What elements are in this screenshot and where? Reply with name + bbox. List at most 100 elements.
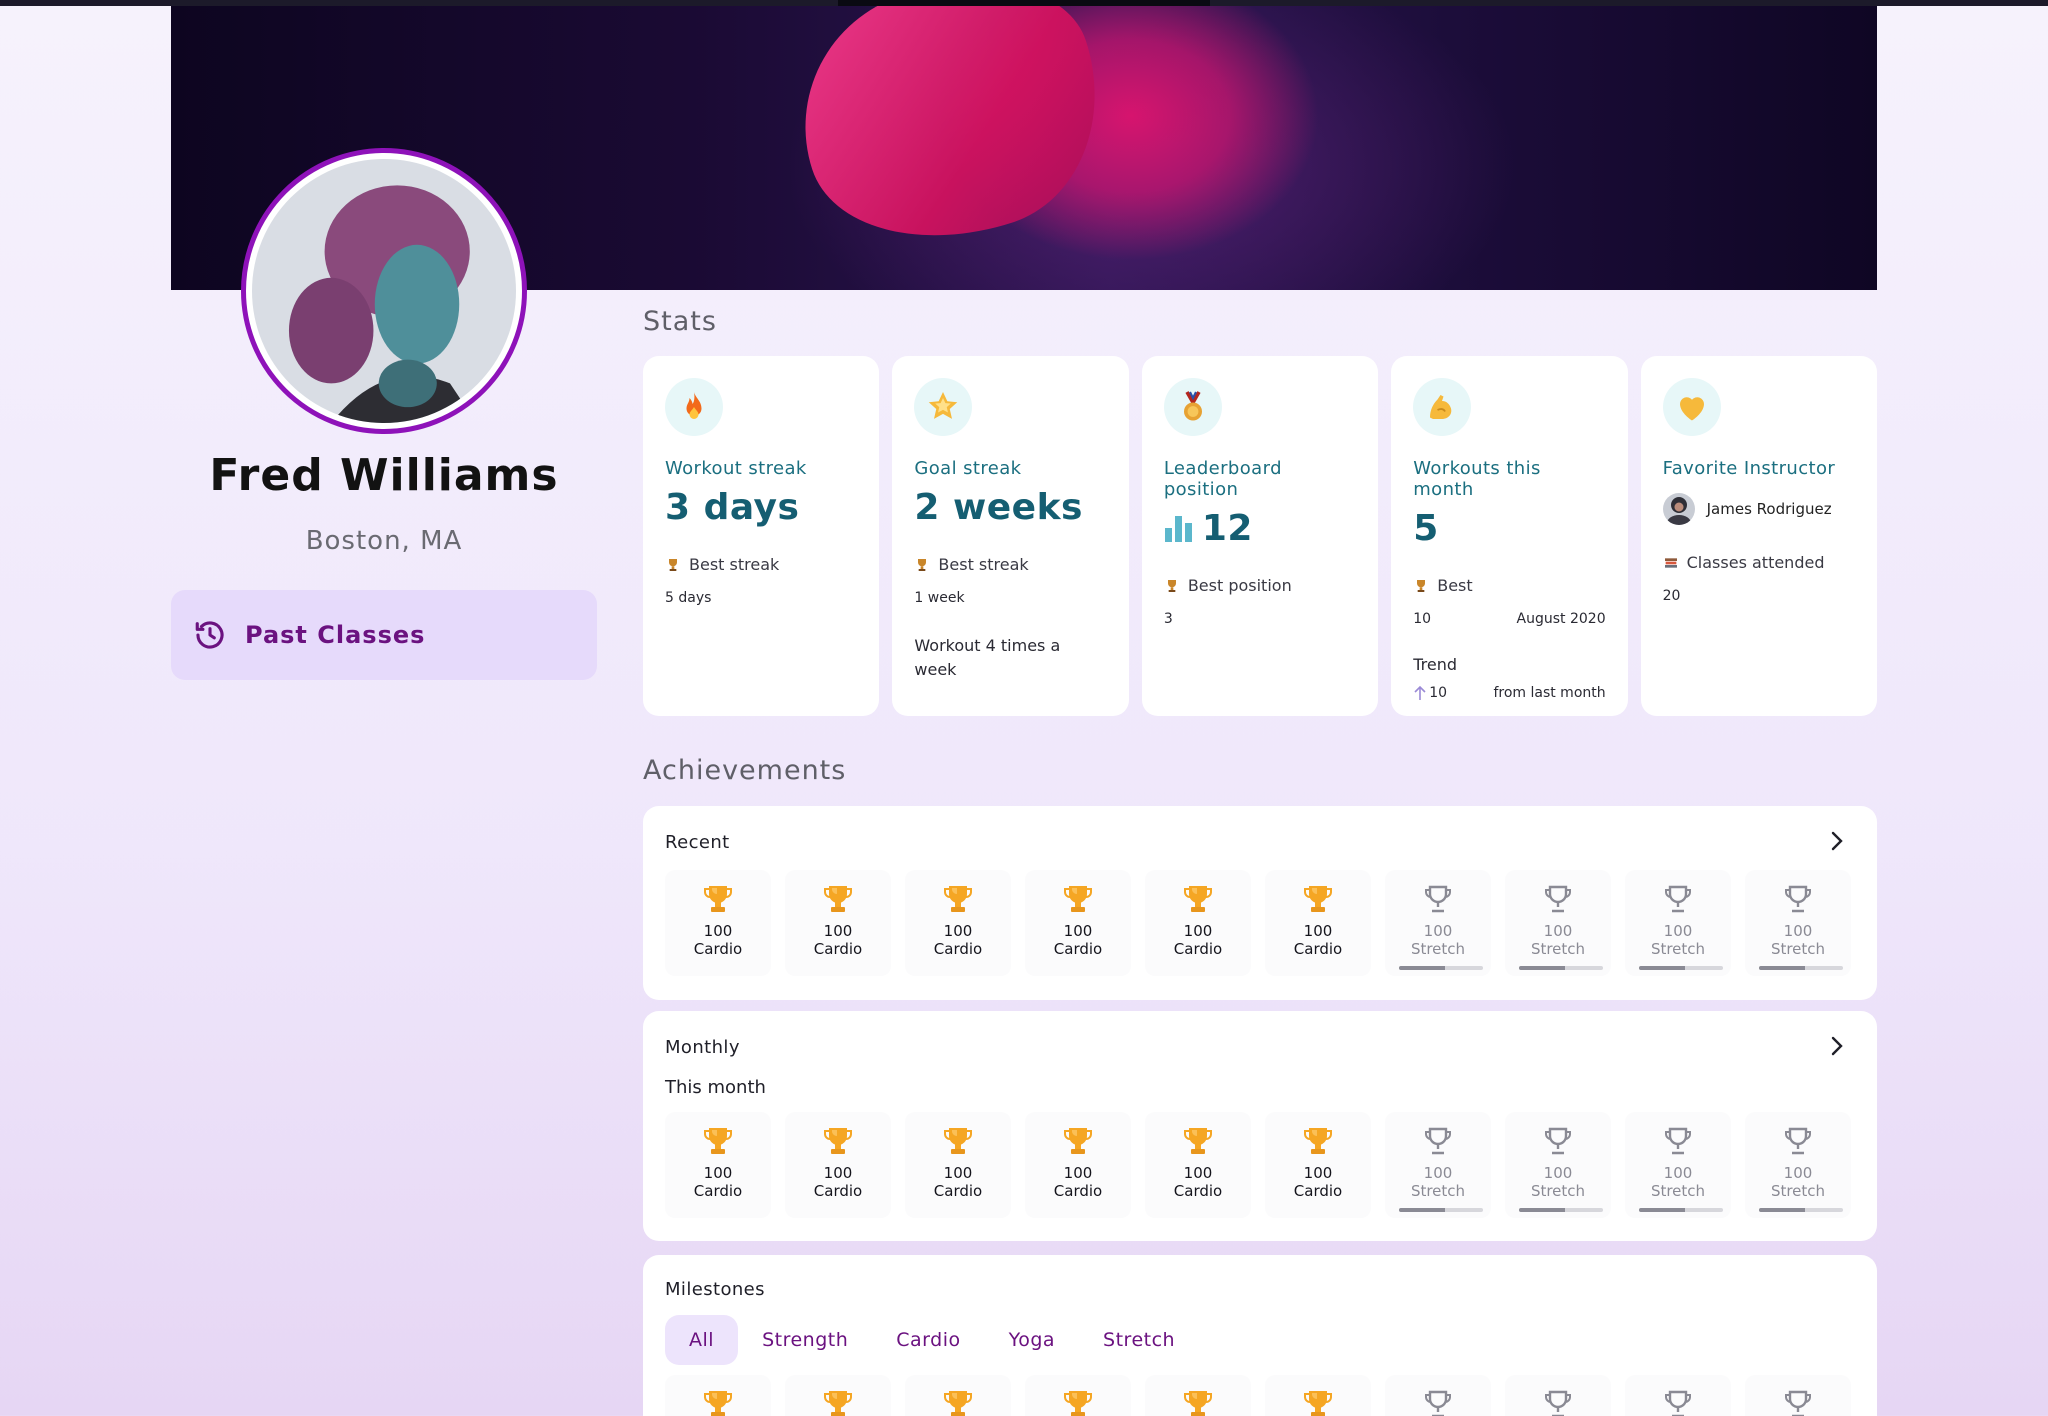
monthly-sublabel: This month: [665, 1077, 766, 1098]
badge-value: 100: [703, 922, 733, 940]
badge-value: 100: [1663, 1164, 1693, 1182]
badge-value: 100: [1303, 1164, 1333, 1182]
badge-value: 100: [1303, 922, 1333, 940]
milestone-tabs: All Strength Cardio Yoga Stretch: [665, 1315, 1199, 1365]
recent-badges: 100 Cardio 100 Cardio 100 Cardio 100 Cardio 100 C…: [665, 870, 1851, 976]
chevron-right-icon[interactable]: [1827, 830, 1847, 852]
badge-value: 100: [1063, 1164, 1093, 1182]
trophy-outline-icon: [1545, 1127, 1571, 1155]
badge-category: Cardio: [1293, 940, 1343, 958]
tab-stretch[interactable]: Stretch: [1079, 1315, 1199, 1365]
trophy-outline-icon: [1425, 885, 1451, 913]
badge-category: Cardio: [933, 1182, 983, 1200]
badge-value: 100: [1783, 922, 1813, 940]
stat-value: 2 weeks: [914, 486, 1083, 528]
monthly-label: Monthly: [665, 1037, 740, 1058]
achievement-badge[interactable]: 100 Cardio: [1265, 870, 1371, 976]
badge-category: Stretch: [1410, 1182, 1466, 1200]
trophy-gold-icon: [1184, 1391, 1212, 1416]
profile-name: Fred Williams: [209, 450, 559, 501]
badge-category: Cardio: [1293, 1182, 1343, 1200]
trophy-outline-icon: [1665, 1390, 1691, 1416]
tab-all[interactable]: All: [665, 1315, 739, 1365]
stat-card-workout-streak: Workout streak 3 days Best streak 5 days: [643, 356, 880, 716]
achievement-badge[interactable]: 100 Cardio: [905, 1112, 1011, 1218]
achievement-badge[interactable]: [1145, 1375, 1251, 1416]
achievement-badge[interactable]: [1265, 1375, 1371, 1416]
trophy-gold-icon: [704, 1391, 732, 1416]
achievement-badge[interactable]: 100 Stretch: [1745, 870, 1851, 976]
achievement-badge[interactable]: 100 Stretch: [1385, 1112, 1491, 1218]
stat-best-value: 3: [1163, 611, 1173, 627]
achievement-badge[interactable]: 100 Stretch: [1505, 1112, 1611, 1218]
achievement-badge[interactable]: 100 Cardio: [1025, 870, 1131, 976]
achievement-badge[interactable]: [1625, 1375, 1731, 1416]
trophy-outline-icon: [1545, 885, 1571, 913]
stat-trend-value: 10: [1429, 685, 1448, 701]
achievement-badge[interactable]: 100 Stretch: [1385, 870, 1491, 976]
badge-value: 100: [1663, 922, 1693, 940]
achievement-badge[interactable]: 100 Cardio: [1025, 1112, 1131, 1218]
achievement-badge[interactable]: 100 Stretch: [1625, 1112, 1731, 1218]
recent-label: Recent: [665, 832, 730, 853]
achievement-badge[interactable]: 100 Cardio: [1265, 1112, 1371, 1218]
achievement-badge[interactable]: 100 Stretch: [1505, 870, 1611, 976]
stat-best-value: 10: [1413, 611, 1432, 627]
achievement-badge[interactable]: 100 Cardio: [665, 1112, 771, 1218]
badge-value: 100: [943, 1164, 973, 1182]
heart-icon: [1679, 397, 1704, 421]
badge-value: 100: [703, 1164, 733, 1182]
stat-best-label: Best position: [1187, 576, 1292, 595]
stat-label: Goal streak: [914, 458, 1022, 479]
achievement-badge[interactable]: 100 Stretch: [1745, 1112, 1851, 1218]
stat-best-value: 1 week: [914, 590, 965, 606]
achievement-badge[interactable]: 100 Cardio: [785, 1112, 891, 1218]
badge-category: Cardio: [693, 940, 743, 958]
achievement-badge[interactable]: [665, 1375, 771, 1416]
tab-yoga[interactable]: Yoga: [985, 1315, 1079, 1365]
badge-category: Cardio: [1053, 1182, 1103, 1200]
achievement-badge[interactable]: 100 Stretch: [1625, 870, 1731, 976]
chevron-right-icon[interactable]: [1827, 1035, 1847, 1057]
badge-value: 100: [1183, 922, 1213, 940]
stat-attended-label: Classes attended: [1686, 553, 1825, 572]
achievement-badge[interactable]: 100 Cardio: [1145, 870, 1251, 976]
achievement-badge[interactable]: [1505, 1375, 1611, 1416]
stat-best-label: Best: [1437, 576, 1473, 595]
badge-progress-bar: [1759, 1208, 1843, 1212]
badge-progress-bar: [1399, 1208, 1483, 1212]
achievement-badge[interactable]: 100 Cardio: [905, 870, 1011, 976]
bar-chart-icon: [1164, 516, 1192, 542]
stat-best-label: Best streak: [689, 555, 780, 574]
badge-value: 100: [1783, 1164, 1813, 1182]
stat-label: Workouts this month: [1413, 458, 1541, 500]
stat-trend-label: Trend: [1413, 655, 1458, 674]
achievement-badge[interactable]: 100 Cardio: [785, 870, 891, 976]
achievement-badge[interactable]: 100 Cardio: [1145, 1112, 1251, 1218]
trophy-gold-icon: [1064, 886, 1092, 912]
trophy-gold-icon: [1184, 1128, 1212, 1154]
achievement-badge[interactable]: [1025, 1375, 1131, 1416]
achievement-badge[interactable]: [905, 1375, 1011, 1416]
trophy-outline-icon: [1665, 1127, 1691, 1155]
achievement-badge[interactable]: 100 Cardio: [665, 870, 771, 976]
badge-category: Cardio: [693, 1182, 743, 1200]
recent-achievements-panel: Recent 100 Cardio 100 Cardio 100 Cardio 100 Car…: [643, 806, 1877, 1000]
stats-row: Workout streak 3 days Best streak 5 days…: [643, 356, 1878, 716]
tab-cardio[interactable]: Cardio: [872, 1315, 984, 1365]
past-classes-button[interactable]: Past Classes: [171, 590, 597, 680]
favorite-instructor[interactable]: James Rodriguez: [1662, 485, 1855, 533]
stat-label: Workout streak: [665, 458, 807, 479]
stat-value: 3 days: [665, 486, 800, 528]
achievement-badge[interactable]: [785, 1375, 891, 1416]
tab-strength[interactable]: Strength: [738, 1315, 872, 1365]
trophy-gold-icon: [1304, 1391, 1332, 1416]
milestones-label: Milestones: [665, 1279, 765, 1300]
trophy-icon: [918, 558, 927, 571]
stat-attended-value: 20: [1662, 588, 1681, 604]
achievement-badge[interactable]: [1385, 1375, 1491, 1416]
achievement-badge[interactable]: [1745, 1375, 1851, 1416]
avatar: [241, 148, 527, 434]
trophy-gold-icon: [1304, 1128, 1332, 1154]
badge-value: 100: [1543, 922, 1573, 940]
